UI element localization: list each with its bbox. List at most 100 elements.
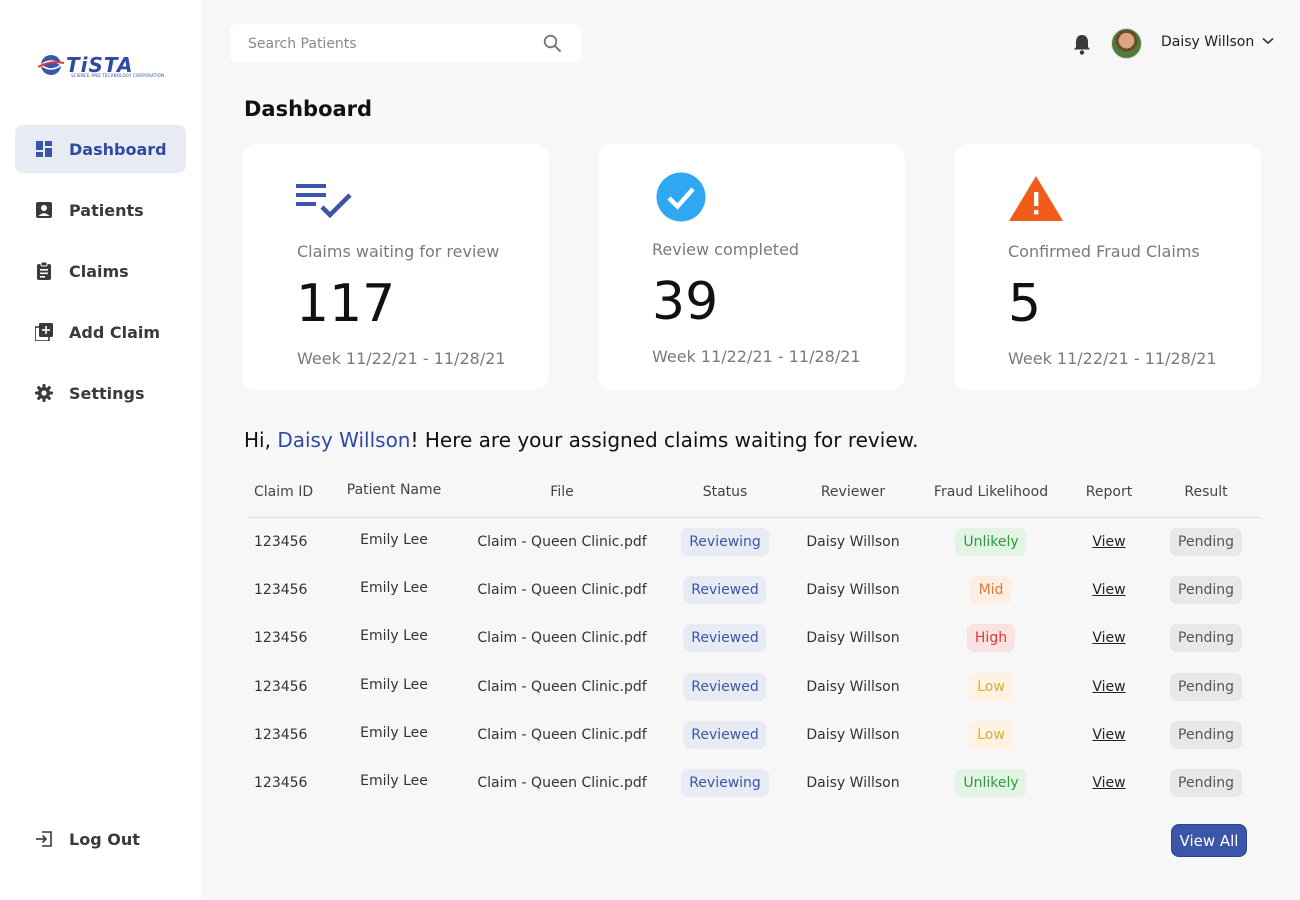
search-icon[interactable] xyxy=(543,34,562,53)
claim-id-cell: 123456 xyxy=(254,630,308,646)
stat-value: 39 xyxy=(652,272,719,332)
add-box-icon xyxy=(35,323,53,341)
sidebar-item-claims[interactable]: Claims xyxy=(15,247,186,295)
fraud-likelihood-badge: High xyxy=(966,624,1016,652)
tista-logo[interactable]: TiSTA SCIENCE AND TECHNOLOGY CORPORATION xyxy=(38,52,164,78)
stat-label: Confirmed Fraud Claims xyxy=(1008,242,1200,261)
greeting-user-name: Daisy Willson xyxy=(277,428,411,452)
user-name[interactable]: Daisy Willson xyxy=(1161,34,1254,50)
reviewer-cell: Daisy Willson xyxy=(806,630,900,646)
claim-id-cell: 123456 xyxy=(254,775,308,791)
table-header-divider xyxy=(248,517,1260,518)
column-header-patient-name[interactable]: Patient Name xyxy=(347,482,442,498)
fraud-likelihood-badge: Mid xyxy=(970,576,1012,604)
column-header-reviewer[interactable]: Reviewer xyxy=(821,484,885,500)
file-cell[interactable]: Claim - Queen Clinic.pdf xyxy=(477,727,646,743)
result-badge: Pending xyxy=(1170,673,1242,701)
claim-id-cell: 123456 xyxy=(254,679,308,695)
patient-name-cell: Emily Lee xyxy=(360,773,428,789)
sidebar-item-label: Dashboard xyxy=(69,139,167,159)
logout-label: Log Out xyxy=(69,829,140,849)
dashboard-icon xyxy=(35,140,53,158)
stat-value: 5 xyxy=(1008,274,1042,334)
chevron-down-icon[interactable] xyxy=(1262,37,1274,45)
search-bar xyxy=(230,24,582,63)
view-report-link[interactable]: View xyxy=(1092,630,1125,646)
fraud-likelihood-badge: Low xyxy=(969,673,1013,701)
sidebar-item-dashboard[interactable]: Dashboard xyxy=(15,125,186,173)
column-header-result[interactable]: Result xyxy=(1184,484,1227,500)
greeting-suffix: ! Here are your assigned claims waiting … xyxy=(410,428,919,452)
view-report-link[interactable]: View xyxy=(1092,679,1125,695)
patient-name-cell: Emily Lee xyxy=(360,677,428,693)
view-report-link[interactable]: View xyxy=(1092,534,1125,550)
search-input[interactable] xyxy=(248,35,528,52)
list-check-icon xyxy=(296,184,352,219)
sidebar-item-label: Patients xyxy=(69,200,144,220)
status-badge: Reviewed xyxy=(683,673,767,701)
warning-icon xyxy=(1009,176,1063,221)
view-report-link[interactable]: View xyxy=(1092,582,1125,598)
sidebar-item-settings[interactable]: Settings xyxy=(15,369,186,417)
view-all-button[interactable]: View All xyxy=(1171,824,1247,857)
stat-card-fraud: Confirmed Fraud Claims 5 Week 11/22/21 -… xyxy=(954,144,1261,390)
brand-tagline: SCIENCE AND TECHNOLOGY CORPORATION xyxy=(71,73,165,78)
patient-card-icon xyxy=(35,201,53,219)
sidebar-item-label: Claims xyxy=(69,261,129,281)
file-cell[interactable]: Claim - Queen Clinic.pdf xyxy=(477,582,646,598)
patient-name-cell: Emily Lee xyxy=(360,725,428,741)
stat-week: Week 11/22/21 - 11/28/21 xyxy=(1008,349,1217,368)
claim-id-cell: 123456 xyxy=(254,727,308,743)
fraud-likelihood-badge: Low xyxy=(969,721,1013,749)
result-badge: Pending xyxy=(1170,576,1242,604)
sidebar-item-patients[interactable]: Patients xyxy=(15,186,186,234)
result-badge: Pending xyxy=(1170,624,1242,652)
stat-week: Week 11/22/21 - 11/28/21 xyxy=(652,347,861,366)
patient-name-cell: Emily Lee xyxy=(360,628,428,644)
sidebar: TiSTA SCIENCE AND TECHNOLOGY CORPORATION… xyxy=(0,0,201,900)
reviewer-cell: Daisy Willson xyxy=(806,679,900,695)
status-badge: Reviewed xyxy=(683,721,767,749)
file-cell[interactable]: Claim - Queen Clinic.pdf xyxy=(477,630,646,646)
claim-id-cell: 123456 xyxy=(254,582,308,598)
avatar[interactable] xyxy=(1111,28,1142,59)
result-badge: Pending xyxy=(1170,769,1242,797)
check-circle-icon xyxy=(656,172,706,222)
reviewer-cell: Daisy Willson xyxy=(806,727,900,743)
stat-value: 117 xyxy=(296,274,396,334)
result-badge: Pending xyxy=(1170,528,1242,556)
logout-icon xyxy=(35,830,53,848)
column-header-file[interactable]: File xyxy=(550,484,573,500)
view-report-link[interactable]: View xyxy=(1092,727,1125,743)
column-header-report[interactable]: Report xyxy=(1086,484,1132,500)
stat-card-waiting: Claims waiting for review 117 Week 11/22… xyxy=(242,144,549,390)
reviewer-cell: Daisy Willson xyxy=(806,582,900,598)
sidebar-item-label: Add Claim xyxy=(69,322,161,342)
sidebar-item-label: Settings xyxy=(69,383,145,403)
status-badge: Reviewed xyxy=(683,576,767,604)
view-report-link[interactable]: View xyxy=(1092,775,1125,791)
stat-label: Claims waiting for review xyxy=(297,242,500,261)
file-cell[interactable]: Claim - Queen Clinic.pdf xyxy=(477,775,646,791)
fraud-likelihood-badge: Unlikely xyxy=(955,528,1027,556)
status-badge: Reviewed xyxy=(683,624,767,652)
column-header-fraud-likelihood[interactable]: Fraud Likelihood xyxy=(934,484,1048,500)
fraud-likelihood-badge: Unlikely xyxy=(955,769,1027,797)
reviewer-cell: Daisy Willson xyxy=(806,775,900,791)
status-badge: Reviewing xyxy=(681,528,769,556)
notification-bell-icon[interactable] xyxy=(1072,33,1092,55)
greeting: Hi, Daisy Willson! Here are your assigne… xyxy=(244,428,919,452)
file-cell[interactable]: Claim - Queen Clinic.pdf xyxy=(477,679,646,695)
greeting-prefix: Hi, xyxy=(244,428,278,452)
result-badge: Pending xyxy=(1170,721,1242,749)
column-header-status[interactable]: Status xyxy=(703,484,748,500)
status-badge: Reviewing xyxy=(681,769,769,797)
logout-button[interactable]: Log Out xyxy=(15,815,186,863)
patient-name-cell: Emily Lee xyxy=(360,532,428,548)
clipboard-icon xyxy=(35,262,53,280)
file-cell[interactable]: Claim - Queen Clinic.pdf xyxy=(477,534,646,550)
gear-icon xyxy=(35,384,53,402)
column-header-claim-id[interactable]: Claim ID xyxy=(254,484,313,500)
claim-id-cell: 123456 xyxy=(254,534,308,550)
sidebar-item-add-claim[interactable]: Add Claim xyxy=(15,308,186,356)
